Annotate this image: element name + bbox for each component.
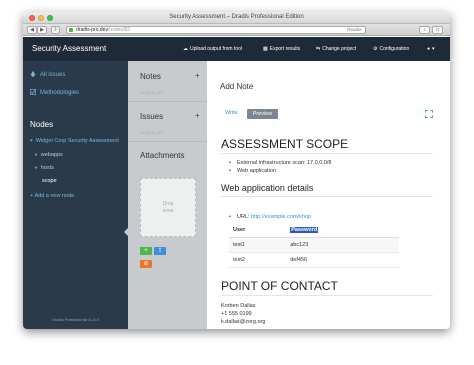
- contact-heading: POINT OF CONTACT: [221, 279, 338, 293]
- column-header: Password: [286, 224, 399, 238]
- app-navbar: Security Assessment ☁ Upload output from …: [23, 37, 450, 61]
- attachments-heading: Attachments: [140, 151, 185, 160]
- download-icon: ↓: [423, 27, 426, 33]
- url-path: /nodes/83: [107, 27, 130, 33]
- credentials-table: User Password test1 abc123 test2 def456: [229, 224, 399, 268]
- chevron-right-icon: ▶: [40, 27, 44, 33]
- page-title: Add Note: [220, 82, 254, 91]
- window-titlebar: Security Assessment – Dradis Professiona…: [23, 12, 450, 24]
- back-button[interactable]: ◀: [27, 26, 37, 34]
- sidebar-item-methodologies[interactable]: Methodologies: [30, 89, 79, 96]
- contact-name: Korben Dallas: [221, 303, 256, 309]
- url-host: dradis-pro.dev: [76, 27, 108, 33]
- column-header: User: [229, 224, 287, 238]
- tabs-button[interactable]: □: [432, 26, 443, 34]
- configuration-link[interactable]: ⚙ Configuration: [373, 46, 409, 52]
- window-title: Security Assessment – Dradis Professiona…: [169, 14, 304, 20]
- browser-toolbar: ◀ ▶ ⇧ dradis-pro.dev/nodes/83 Reader ↓ □: [23, 24, 450, 36]
- upload-output-link[interactable]: ☁ Upload output from tool: [183, 46, 242, 52]
- browser-window: Security Assessment – Dradis Professiona…: [23, 12, 450, 329]
- tab-write[interactable]: Write: [225, 110, 238, 116]
- node-item[interactable]: ▸ hosts: [35, 165, 54, 171]
- export-results-link[interactable]: ▩ Export results: [263, 46, 300, 52]
- reader-button[interactable]: Reader: [344, 27, 365, 33]
- sidebar-footer: Dradis Professional v1.8.0: [52, 317, 99, 322]
- table-row: test1 abc123: [229, 237, 399, 253]
- project-title[interactable]: Security Assessment: [32, 44, 106, 53]
- url-link[interactable]: http://example.com/shop: [251, 214, 311, 220]
- list-item: External infrastructure scan: 17.0.0.0/8: [229, 160, 331, 168]
- node-item[interactable]: ▾ Widget Corp Security Assessment: [30, 138, 119, 144]
- user-icon: ●: [427, 46, 431, 52]
- table-cell: test2: [229, 252, 287, 268]
- webapp-heading: Web application details: [221, 183, 314, 193]
- divider: [221, 196, 433, 197]
- divider: [221, 295, 433, 296]
- list-item: URL: http://example.com/shop: [229, 214, 311, 222]
- checkbox-icon: [30, 89, 36, 95]
- add-issue-button[interactable]: +: [195, 111, 200, 120]
- nodes-heading: Nodes: [30, 120, 54, 129]
- bug-icon: [30, 71, 36, 77]
- add-attachment-button[interactable]: +: [140, 247, 152, 255]
- caret-down-icon: ▾: [30, 138, 33, 144]
- plus-icon: +: [195, 111, 200, 120]
- add-node-link[interactable]: + Add a new node: [30, 193, 74, 199]
- tab-preview[interactable]: Preview: [247, 109, 278, 119]
- cloud-upload-icon: ☁: [183, 46, 188, 52]
- chevron-down-icon: ▾: [432, 46, 435, 52]
- contact-phone: +1 555 0199: [221, 311, 252, 317]
- node-panel: Notes + Nothing yet Issues + Nothing yet…: [128, 61, 207, 329]
- caret-right-icon: ▸: [35, 152, 38, 158]
- tabs-icon: □: [435, 27, 440, 33]
- share-icon: ⇧: [53, 27, 58, 33]
- attachment-dropzone[interactable]: Drop zone: [140, 178, 196, 237]
- shuffle-icon: ⇆: [316, 46, 321, 52]
- issues-heading: Issues: [140, 112, 164, 121]
- contact-email: k.dallas@zorg.org: [221, 319, 266, 325]
- notes-empty-text: Nothing yet: [140, 90, 163, 95]
- contact-details: Korben Dallas +1 555 0199 k.dallas@zorg.…: [221, 302, 265, 326]
- scope-list: External infrastructure scan: 17.0.0.0/8…: [229, 160, 331, 176]
- sidebar-item-all-issues[interactable]: All issues: [30, 71, 65, 78]
- user-menu[interactable]: ● ▾: [427, 46, 435, 52]
- node-item-selected[interactable]: scope: [42, 178, 57, 184]
- document-icon: ▩: [263, 46, 268, 52]
- downloads-button[interactable]: ↓: [419, 26, 430, 34]
- caret-right-icon: ▸: [35, 165, 38, 171]
- upload-icon: ⇧: [157, 248, 163, 254]
- fullscreen-icon[interactable]: [425, 110, 433, 118]
- add-note-button[interactable]: +: [195, 71, 200, 80]
- divider: [128, 141, 207, 142]
- divider: [128, 101, 207, 102]
- notes-heading: Notes: [140, 72, 161, 81]
- sidebar: All issues Methodologies Nodes ▾ Widget C…: [23, 61, 128, 329]
- url-list: URL: http://example.com/shop: [229, 214, 311, 222]
- address-bar[interactable]: dradis-pro.dev/nodes/83 Reader: [66, 26, 366, 34]
- chevron-left-icon: ◀: [30, 27, 34, 33]
- note-editor: Add Note Write Preview ASSESSMENT SCOPE …: [207, 61, 450, 329]
- table-header-row: User Password: [229, 224, 399, 238]
- cancel-upload-button[interactable]: ⊘: [140, 260, 152, 268]
- gear-icon: ⚙: [373, 46, 378, 52]
- table-cell: test1: [229, 237, 287, 253]
- ban-icon: ⊘: [143, 261, 149, 267]
- plus-icon: +: [195, 71, 200, 80]
- share-button[interactable]: ⇧: [51, 26, 60, 34]
- plus-icon: +: [144, 248, 148, 254]
- scope-heading: ASSESSMENT SCOPE: [221, 137, 349, 151]
- forward-button[interactable]: ▶: [37, 26, 47, 34]
- change-project-link[interactable]: ⇆ Change project: [316, 46, 356, 52]
- site-icon: [69, 28, 73, 32]
- start-upload-button[interactable]: ⇧: [154, 247, 166, 255]
- divider: [221, 153, 433, 154]
- node-item[interactable]: ▸ webapps: [35, 152, 63, 158]
- list-item: Web application: [229, 168, 331, 176]
- table-cell: abc123: [286, 237, 399, 253]
- table-row: test2 def456: [229, 252, 399, 268]
- issues-empty-text: Nothing yet: [140, 130, 163, 135]
- table-cell: def456: [286, 252, 399, 268]
